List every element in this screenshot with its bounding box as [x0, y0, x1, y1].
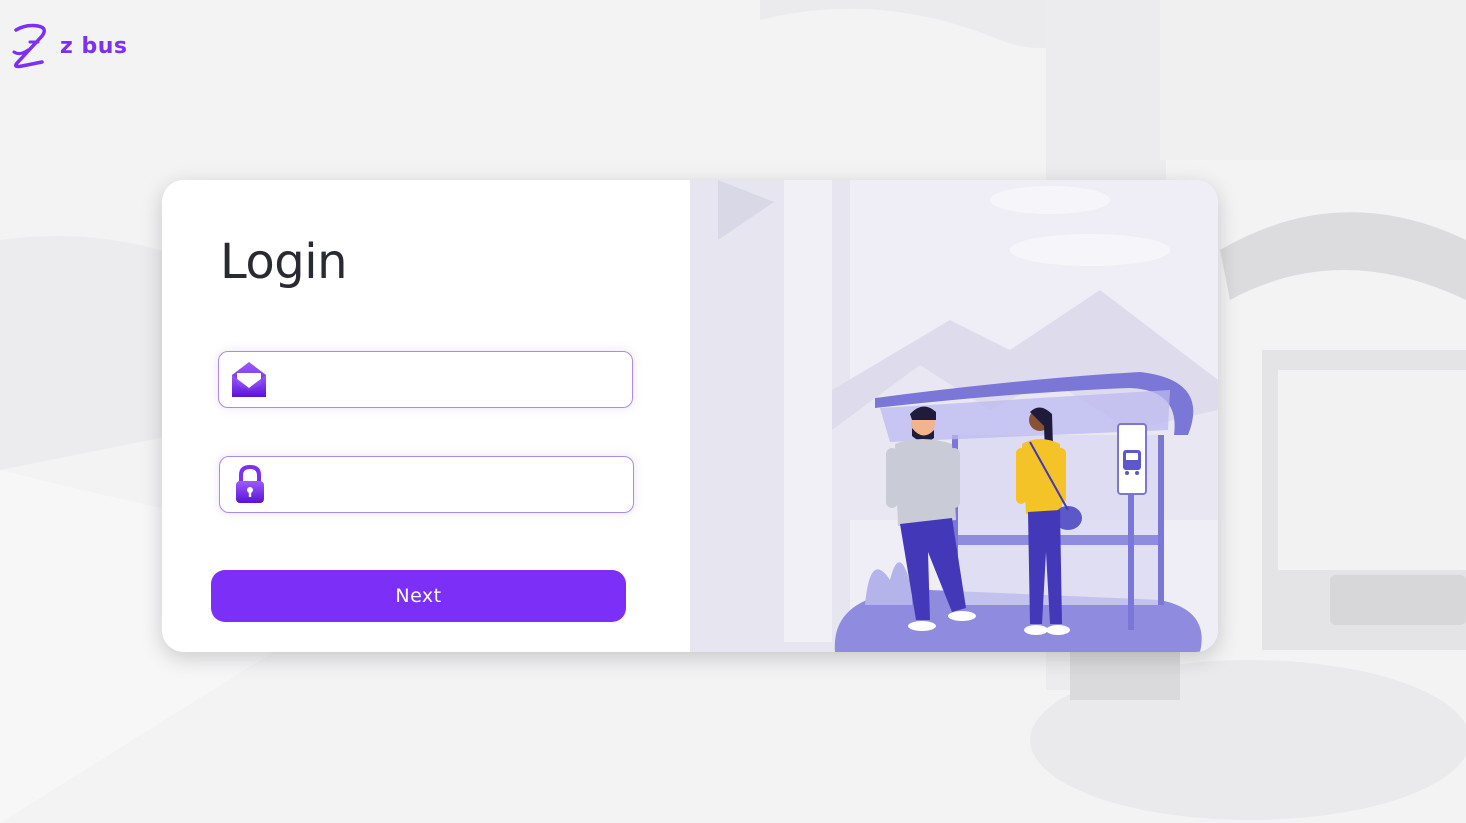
email-field[interactable]: [218, 351, 633, 408]
brand-logo[interactable]: z bus: [8, 22, 127, 70]
next-button[interactable]: Next: [211, 570, 626, 622]
password-field[interactable]: [219, 456, 634, 513]
z-logo-icon: [12, 23, 46, 69]
email-input[interactable]: [281, 352, 626, 406]
password-input[interactable]: [282, 457, 627, 511]
brand-name: z bus: [60, 33, 128, 59]
envelope-icon: [232, 362, 266, 397]
page-title: Login: [220, 234, 348, 290]
login-form: Login Next: [162, 180, 690, 652]
bus-stop-illustration: [690, 180, 1218, 652]
login-card: Login Next: [162, 180, 1218, 652]
lock-icon: [236, 464, 264, 503]
